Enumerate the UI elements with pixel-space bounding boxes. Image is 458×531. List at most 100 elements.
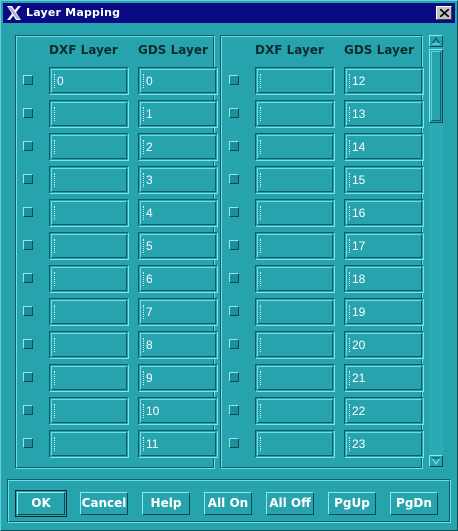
layer-enable-checkbox[interactable] bbox=[229, 306, 239, 316]
layer-enable-checkbox[interactable] bbox=[229, 405, 239, 415]
scroll-down-button[interactable] bbox=[429, 455, 443, 467]
dxf-layer-field[interactable] bbox=[49, 100, 129, 128]
all-on-button[interactable]: All On bbox=[204, 492, 252, 515]
dxf-layer-field[interactable] bbox=[49, 166, 129, 194]
dxf-layer-field[interactable] bbox=[255, 331, 335, 359]
layer-enable-checkbox[interactable] bbox=[23, 273, 33, 283]
layer-enable-checkbox[interactable] bbox=[229, 108, 239, 118]
layer-enable-checkbox[interactable] bbox=[229, 372, 239, 382]
layer-enable-checkbox[interactable] bbox=[23, 174, 33, 184]
gds-layer-field[interactable]: 22 bbox=[344, 397, 424, 425]
gds-layer-field[interactable]: 7 bbox=[138, 298, 218, 326]
dxf-layer-field[interactable] bbox=[49, 298, 129, 326]
layer-enable-checkbox[interactable] bbox=[23, 207, 33, 217]
gds-layer-field[interactable]: 9 bbox=[138, 364, 218, 392]
dxf-layer-field[interactable]: 0 bbox=[49, 67, 129, 95]
cancel-button[interactable]: Cancel bbox=[80, 492, 128, 515]
dxf-layer-field[interactable] bbox=[255, 265, 335, 293]
gds-layer-field[interactable]: 8 bbox=[138, 331, 218, 359]
title-bar[interactable]: Layer Mapping bbox=[3, 3, 455, 23]
scroll-thumb[interactable] bbox=[429, 49, 443, 123]
gds-layer-field[interactable]: 6 bbox=[138, 265, 218, 293]
page-down-button[interactable]: PgDn bbox=[390, 492, 438, 515]
gds-layer-field-value: 13 bbox=[352, 107, 366, 121]
layer-enable-checkbox[interactable] bbox=[229, 141, 239, 151]
gds-layer-field[interactable]: 18 bbox=[344, 265, 424, 293]
layer-enable-checkbox[interactable] bbox=[23, 372, 33, 382]
gds-layer-field[interactable]: 13 bbox=[344, 100, 424, 128]
layer-enable-checkbox[interactable] bbox=[23, 306, 33, 316]
dxf-layer-field[interactable] bbox=[49, 265, 129, 293]
text-cursor bbox=[349, 206, 351, 220]
right-mapping-panel: DXF Layer GDS Layer 12 13 14 15 16 17 18 19 20 21… bbox=[220, 35, 424, 469]
gds-layer-field[interactable]: 12 bbox=[344, 67, 424, 95]
gds-layer-field[interactable]: 16 bbox=[344, 199, 424, 227]
layer-row: 7 bbox=[16, 298, 218, 328]
help-button[interactable]: Help bbox=[142, 492, 190, 515]
text-cursor bbox=[349, 239, 351, 253]
dxf-layer-field[interactable] bbox=[255, 166, 335, 194]
layer-enable-checkbox[interactable] bbox=[23, 405, 33, 415]
layer-enable-checkbox[interactable] bbox=[229, 240, 239, 250]
gds-layer-field[interactable]: 1 bbox=[138, 100, 218, 128]
dxf-layer-field[interactable] bbox=[49, 430, 129, 458]
scroll-up-button[interactable] bbox=[429, 35, 443, 47]
ok-button[interactable]: OK bbox=[15, 490, 67, 517]
dxf-layer-field[interactable] bbox=[255, 100, 335, 128]
gds-layer-field[interactable]: 14 bbox=[344, 133, 424, 161]
gds-layer-header: GDS Layer bbox=[344, 43, 414, 57]
gds-layer-field[interactable]: 0 bbox=[138, 67, 218, 95]
gds-layer-field[interactable]: 20 bbox=[344, 331, 424, 359]
gds-layer-field[interactable]: 23 bbox=[344, 430, 424, 458]
gds-layer-field[interactable]: 17 bbox=[344, 232, 424, 260]
dxf-layer-field[interactable] bbox=[49, 199, 129, 227]
gds-layer-field[interactable]: 4 bbox=[138, 199, 218, 227]
dxf-layer-field[interactable] bbox=[255, 298, 335, 326]
dxf-layer-field[interactable] bbox=[49, 232, 129, 260]
text-cursor bbox=[349, 140, 351, 154]
layer-row: 15 bbox=[221, 166, 424, 196]
dxf-layer-field[interactable] bbox=[255, 232, 335, 260]
gds-layer-field[interactable]: 11 bbox=[138, 430, 218, 458]
layer-row: 14 bbox=[221, 133, 424, 163]
layer-enable-checkbox[interactable] bbox=[229, 339, 239, 349]
gds-layer-field[interactable]: 10 bbox=[138, 397, 218, 425]
layer-enable-checkbox[interactable] bbox=[23, 339, 33, 349]
layer-enable-checkbox[interactable] bbox=[229, 75, 239, 85]
layer-enable-checkbox[interactable] bbox=[229, 174, 239, 184]
layer-enable-checkbox[interactable] bbox=[23, 438, 33, 448]
layer-enable-checkbox[interactable] bbox=[229, 273, 239, 283]
gds-layer-field[interactable]: 21 bbox=[344, 364, 424, 392]
gds-layer-field[interactable]: 19 bbox=[344, 298, 424, 326]
dxf-layer-field[interactable] bbox=[255, 199, 335, 227]
dxf-layer-field[interactable] bbox=[49, 364, 129, 392]
dxf-layer-field[interactable] bbox=[255, 133, 335, 161]
close-button[interactable] bbox=[436, 6, 452, 20]
layer-enable-checkbox[interactable] bbox=[23, 75, 33, 85]
text-cursor bbox=[349, 437, 351, 451]
dxf-layer-field[interactable] bbox=[255, 364, 335, 392]
text-cursor bbox=[349, 404, 351, 418]
dxf-layer-field[interactable] bbox=[49, 133, 129, 161]
layer-enable-checkbox[interactable] bbox=[23, 141, 33, 151]
gds-layer-field-value: 23 bbox=[352, 437, 366, 451]
gds-layer-field[interactable]: 15 bbox=[344, 166, 424, 194]
dxf-layer-field[interactable] bbox=[255, 67, 335, 95]
dxf-layer-field[interactable] bbox=[255, 397, 335, 425]
all-off-button[interactable]: All Off bbox=[266, 492, 314, 515]
layer-enable-checkbox[interactable] bbox=[229, 438, 239, 448]
layer-enable-checkbox[interactable] bbox=[23, 240, 33, 250]
dxf-layer-field[interactable] bbox=[255, 430, 335, 458]
layer-enable-checkbox[interactable] bbox=[229, 207, 239, 217]
gds-layer-field[interactable]: 5 bbox=[138, 232, 218, 260]
text-cursor bbox=[260, 272, 262, 286]
dxf-layer-field[interactable] bbox=[49, 331, 129, 359]
gds-layer-field[interactable]: 2 bbox=[138, 133, 218, 161]
dxf-layer-field[interactable] bbox=[49, 397, 129, 425]
gds-layer-field[interactable]: 3 bbox=[138, 166, 218, 194]
page-up-button[interactable]: PgUp bbox=[328, 492, 376, 515]
layer-enable-checkbox[interactable] bbox=[23, 108, 33, 118]
gds-layer-field-value: 6 bbox=[146, 272, 153, 286]
vertical-scrollbar[interactable] bbox=[429, 35, 443, 469]
text-cursor bbox=[54, 74, 56, 88]
